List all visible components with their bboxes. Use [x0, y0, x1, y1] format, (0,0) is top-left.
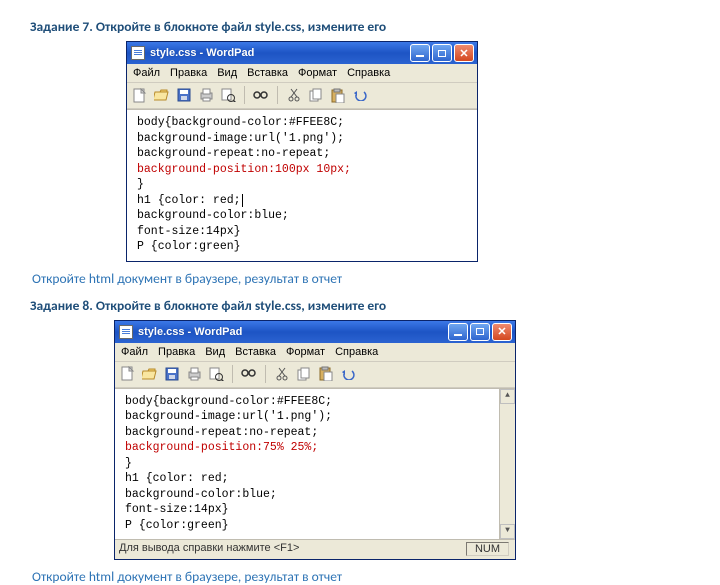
minimize-button[interactable]: [448, 323, 468, 341]
statusbar: Для вывода справки нажмите <F1> NUM: [115, 539, 515, 559]
task7-heading: Задание 7. Откройте в блокноте файл styl…: [30, 18, 694, 35]
code-line: background-color:blue;: [125, 487, 495, 503]
task8-heading: Задание 8. Откройте в блокноте файл styl…: [30, 297, 694, 314]
new-icon[interactable]: [119, 365, 137, 383]
document-icon: [131, 46, 145, 60]
code-line: background-repeat:no-repeat;: [137, 146, 469, 162]
save-icon[interactable]: [175, 86, 193, 104]
window-title: style.css - WordPad: [150, 47, 405, 59]
code-line: P {color:green}: [137, 239, 469, 255]
cut-icon[interactable]: [285, 86, 303, 104]
code-line: background-color:blue;: [137, 208, 469, 224]
menu-insert[interactable]: Вставка: [247, 67, 288, 79]
code-line: background-repeat:no-repeat;: [125, 425, 495, 441]
menu-help[interactable]: Справка: [335, 346, 378, 358]
editor-content[interactable]: body{background-color:#FFEE8C; backgroun…: [115, 388, 515, 540]
code-line: body{background-color:#FFEE8C;: [125, 394, 495, 410]
save-icon[interactable]: [163, 365, 181, 383]
minimize-button[interactable]: [410, 44, 430, 62]
code-line: font-size:14px}: [137, 224, 469, 240]
print-icon[interactable]: [197, 86, 215, 104]
titlebar: style.css - WordPad ✕: [115, 321, 515, 343]
find-icon[interactable]: [252, 86, 270, 104]
code-line: body{background-color:#FFEE8C;: [137, 115, 469, 131]
paste-icon[interactable]: [329, 86, 347, 104]
print-preview-icon[interactable]: [219, 86, 237, 104]
new-icon[interactable]: [131, 86, 149, 104]
menubar: Файл Правка Вид Вставка Формат Справка: [115, 343, 515, 362]
text-caret: [242, 194, 243, 207]
close-button[interactable]: ✕: [454, 44, 474, 62]
print-preview-icon[interactable]: [207, 365, 225, 383]
editor-content[interactable]: body{background-color:#FFEE8C; backgroun…: [127, 109, 477, 261]
menu-file[interactable]: Файл: [121, 346, 148, 358]
scroll-up-icon[interactable]: ▲: [500, 389, 515, 404]
toolbar: [115, 362, 515, 388]
menu-format[interactable]: Формат: [286, 346, 325, 358]
code-line: h1 {color: red;: [125, 471, 495, 487]
status-num: NUM: [466, 542, 509, 556]
menu-format[interactable]: Формат: [298, 67, 337, 79]
code-line: font-size:14px}: [125, 502, 495, 518]
menu-edit[interactable]: Правка: [158, 346, 195, 358]
vertical-scrollbar[interactable]: ▲ ▼: [499, 389, 515, 540]
code-line: }: [137, 177, 469, 193]
code-line: h1 {color: red;: [137, 193, 469, 209]
wordpad-window-1: style.css - WordPad ✕ Файл Правка Вид Вс…: [126, 41, 478, 262]
close-button[interactable]: ✕: [492, 323, 512, 341]
print-icon[interactable]: [185, 365, 203, 383]
titlebar: style.css - WordPad ✕: [127, 42, 477, 64]
document-icon: [119, 325, 133, 339]
menu-edit[interactable]: Правка: [170, 67, 207, 79]
code-line: }: [125, 456, 495, 472]
maximize-button[interactable]: [470, 323, 490, 341]
code-line-highlight: background-position:75% 25%;: [125, 440, 495, 456]
task8-instruction: Откройте html документ в браузере, резул…: [32, 568, 694, 585]
maximize-button[interactable]: [432, 44, 452, 62]
code-line: P {color:green}: [125, 518, 495, 534]
menu-file[interactable]: Файл: [133, 67, 160, 79]
undo-icon[interactable]: [351, 86, 369, 104]
open-icon[interactable]: [153, 86, 171, 104]
open-icon[interactable]: [141, 365, 159, 383]
menubar: Файл Правка Вид Вставка Формат Справка: [127, 64, 477, 83]
cut-icon[interactable]: [273, 365, 291, 383]
menu-view[interactable]: Вид: [205, 346, 225, 358]
copy-icon[interactable]: [307, 86, 325, 104]
code-line: background-image:url('1.png');: [137, 131, 469, 147]
menu-help[interactable]: Справка: [347, 67, 390, 79]
code-line: background-image:url('1.png');: [125, 409, 495, 425]
menu-view[interactable]: Вид: [217, 67, 237, 79]
task7-instruction: Откройте html документ в браузере, резул…: [32, 270, 694, 287]
menu-insert[interactable]: Вставка: [235, 346, 276, 358]
find-icon[interactable]: [240, 365, 258, 383]
code-line-highlight: background-position:100px 10px;: [137, 162, 469, 178]
undo-icon[interactable]: [339, 365, 357, 383]
toolbar: [127, 83, 477, 109]
status-hint: Для вывода справки нажмите <F1>: [119, 542, 299, 556]
paste-icon[interactable]: [317, 365, 335, 383]
wordpad-window-2: style.css - WordPad ✕ Файл Правка Вид Вс…: [114, 320, 516, 561]
scroll-down-icon[interactable]: ▼: [500, 524, 515, 539]
window-title: style.css - WordPad: [138, 326, 443, 338]
copy-icon[interactable]: [295, 365, 313, 383]
